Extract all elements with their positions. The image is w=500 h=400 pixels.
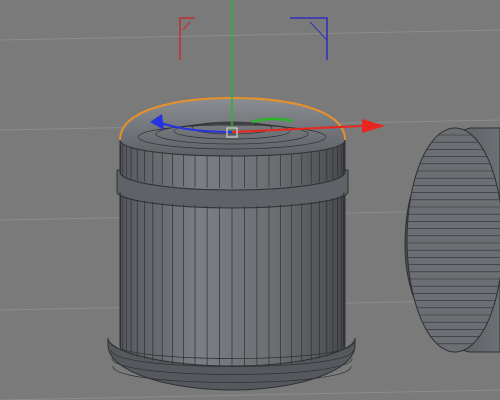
view-bracket-right-icon (290, 17, 328, 60)
secondary-object-mesh[interactable] (404, 127, 500, 353)
grid-line (0, 389, 500, 400)
selected-object-mesh[interactable] (107, 96, 356, 391)
viewport-3d[interactable] (0, 0, 500, 400)
grid-line (0, 29, 500, 41)
view-bracket-left-icon (179, 17, 195, 60)
x-axis-arrow-icon[interactable] (362, 119, 385, 133)
